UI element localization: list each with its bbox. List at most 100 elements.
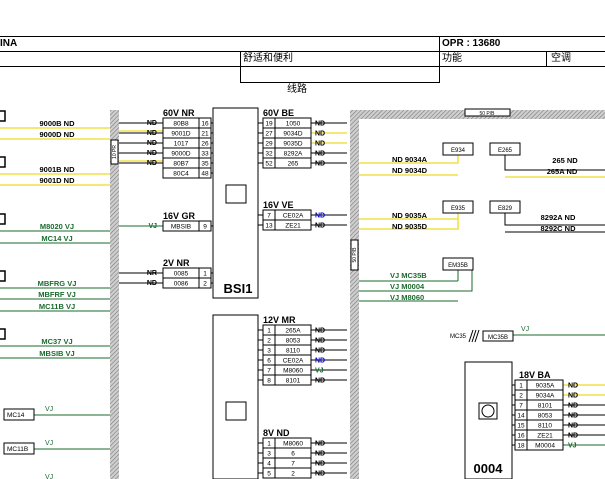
left-wire-label: MC14 VJ: [41, 234, 72, 243]
conn-18v-ba-title: 18V BA: [519, 370, 551, 380]
bus-label: 50 P/B: [479, 111, 495, 117]
conn-8v-nd-wire-code: ND: [315, 441, 325, 448]
conn-18v-ba-wire-code: ND: [568, 383, 578, 390]
conn-2v-nr-code: 0085: [174, 271, 189, 278]
conn-12v-mr-code: 8101: [286, 378, 301, 385]
conn-8v-nd-code: M8060: [283, 441, 303, 448]
left-wire-label: 9000D ND: [39, 130, 75, 139]
mc35-left-label: MC35: [450, 334, 467, 340]
conn-12v-mr-wire-code: VJ: [315, 368, 324, 375]
conn-60v-be-pin: 29: [265, 141, 273, 148]
conn-60v-nr-wire-code: ND: [147, 140, 157, 147]
mc35b-label: MC35B: [488, 335, 508, 341]
comp-em35b-label: EM35B: [448, 263, 468, 269]
conn-60v-be-title: 60V BE: [263, 108, 294, 118]
conn-12v-mr-pin: 6: [267, 358, 271, 365]
conn-2v-nr-pin: 2: [203, 281, 207, 288]
conn-18v-ba-pin: 7: [519, 403, 523, 410]
conn-60v-be-pin: 32: [265, 151, 273, 158]
conn-16v-ve-title: 16V VE: [263, 200, 294, 210]
left-part-label: MC11B: [7, 446, 28, 453]
conn-12v-mr-pin: 2: [267, 338, 271, 345]
conn-60v-nr-pin: 21: [201, 131, 209, 138]
conn-2v-nr-wire-code: NR: [147, 270, 157, 277]
conn-18v-ba-code: M0004: [535, 443, 555, 450]
bsi-label: BSI1: [224, 281, 253, 296]
conn-12v-mr-pin: 1: [267, 328, 271, 335]
left-wire-label: MC37 VJ: [41, 337, 72, 346]
left-small-label: VJ: [45, 440, 53, 447]
wire-label: VJ MC35B: [390, 271, 427, 280]
conn-16v-gr-title: 16V GR: [163, 211, 196, 221]
bsi-box-lower: [212, 314, 259, 479]
conn-60v-nr-wire-code: ND: [147, 150, 157, 157]
conn-60v-be-wire-code: ND: [315, 161, 325, 168]
left-connector: [0, 270, 6, 282]
left-connector: [0, 110, 6, 122]
conn-8v-nd-wire-code: ND: [315, 471, 325, 478]
conn-60v-nr-code: 9001D: [171, 131, 190, 138]
wire-label: ND 9034A: [392, 155, 428, 164]
conn-18v-ba-wire-code: ND: [568, 403, 578, 410]
left-wire-label: 9001B ND: [39, 165, 75, 174]
left-wire-label: 9000B ND: [39, 119, 75, 128]
conn-16v-ve-code: CE02A: [283, 213, 304, 220]
module-label: 0004: [474, 461, 504, 476]
vbus-label: 50 P/B: [352, 247, 358, 263]
conn-8v-nd-code: 7: [291, 461, 295, 468]
conn-8v-nd-pin: 4: [267, 461, 271, 468]
left-wire-label: MBFRF VJ: [38, 290, 76, 299]
conn-60v-nr-title: 60V NR: [163, 108, 195, 118]
wire-label: ND 9035A: [392, 211, 428, 220]
conn-60v-nr-code: 80B8: [173, 121, 189, 128]
wire-label: VJ M8060: [390, 293, 424, 302]
conn-60v-nr-wire-code: ND: [147, 130, 157, 137]
conn-12v-mr-wire-code: ND: [315, 328, 325, 335]
conn-2v-nr-pin: 1: [203, 271, 207, 278]
conn-60v-nr-code: 9000D: [171, 151, 190, 158]
conn-60v-nr-wire-code: ND: [147, 160, 157, 167]
conn-8v-nd-code: 2: [291, 471, 295, 478]
conn-18v-ba-pin: 15: [517, 423, 525, 430]
conn-12v-mr-wire-code: ND: [315, 378, 325, 385]
conn-18v-ba-pin: 2: [519, 393, 523, 400]
conn-8v-nd-pin: 5: [267, 471, 271, 478]
conn-60v-be-pin: 19: [265, 121, 273, 128]
conn-60v-be-wire-code: ND: [315, 121, 325, 128]
conn-16v-ve-wire-code: ND: [315, 223, 325, 230]
conn-60v-be-code: 8292A: [284, 151, 303, 158]
conn-60v-be-wire-code: ND: [315, 131, 325, 138]
left-small-label: VJ: [45, 406, 53, 413]
conn-12v-mr-code: 265A: [285, 328, 301, 335]
conn-60v-be-pin: 27: [265, 131, 273, 138]
comp-e265-label: E265: [498, 148, 513, 154]
conn-18v-ba-code: ZE21: [537, 433, 553, 440]
conn-2v-nr-wire-code: ND: [147, 280, 157, 287]
conn-60v-be-code: 265: [288, 161, 299, 168]
conn-60v-nr-pin: 26: [201, 141, 209, 148]
comp-e935-label: E935: [451, 206, 466, 212]
conn-60v-nr-pin: 33: [201, 151, 209, 158]
conn-12v-mr-pin: 3: [267, 348, 271, 355]
comp-e934-label: E934: [451, 148, 466, 154]
conn-60v-be-code: 9034D: [283, 131, 302, 138]
conn-16v-gr-pin: 9: [203, 224, 207, 231]
conn-60v-nr-code: 1017: [174, 141, 189, 148]
conn-18v-ba-pin: 14: [517, 413, 525, 420]
conn-2v-nr-code: 0086: [174, 281, 189, 288]
left-wire-label: MBFRG VJ: [38, 279, 77, 288]
conn-18v-ba-code: 9034A: [536, 393, 555, 400]
conn-12v-mr-pin: 7: [267, 368, 271, 375]
conn-16v-ve-code: ZE21: [285, 223, 301, 230]
conn-18v-ba-pin: 1: [519, 383, 523, 390]
conn-18v-ba-pin: 18: [517, 443, 525, 450]
bsi-side-code: 10 PR: [112, 145, 118, 159]
conn-8v-nd-title: 8V ND: [263, 428, 290, 438]
conn-12v-mr-code: M8060: [283, 368, 303, 375]
conn-16v-gr-wire-code: VJ: [148, 223, 157, 230]
wire-label: ND 9035D: [392, 222, 428, 231]
conn-18v-ba-code: 8110: [538, 423, 552, 430]
conn-12v-mr-code: 8053: [286, 338, 301, 345]
left-connector: [0, 156, 6, 168]
conn-60v-nr-pin: 35: [201, 161, 209, 168]
